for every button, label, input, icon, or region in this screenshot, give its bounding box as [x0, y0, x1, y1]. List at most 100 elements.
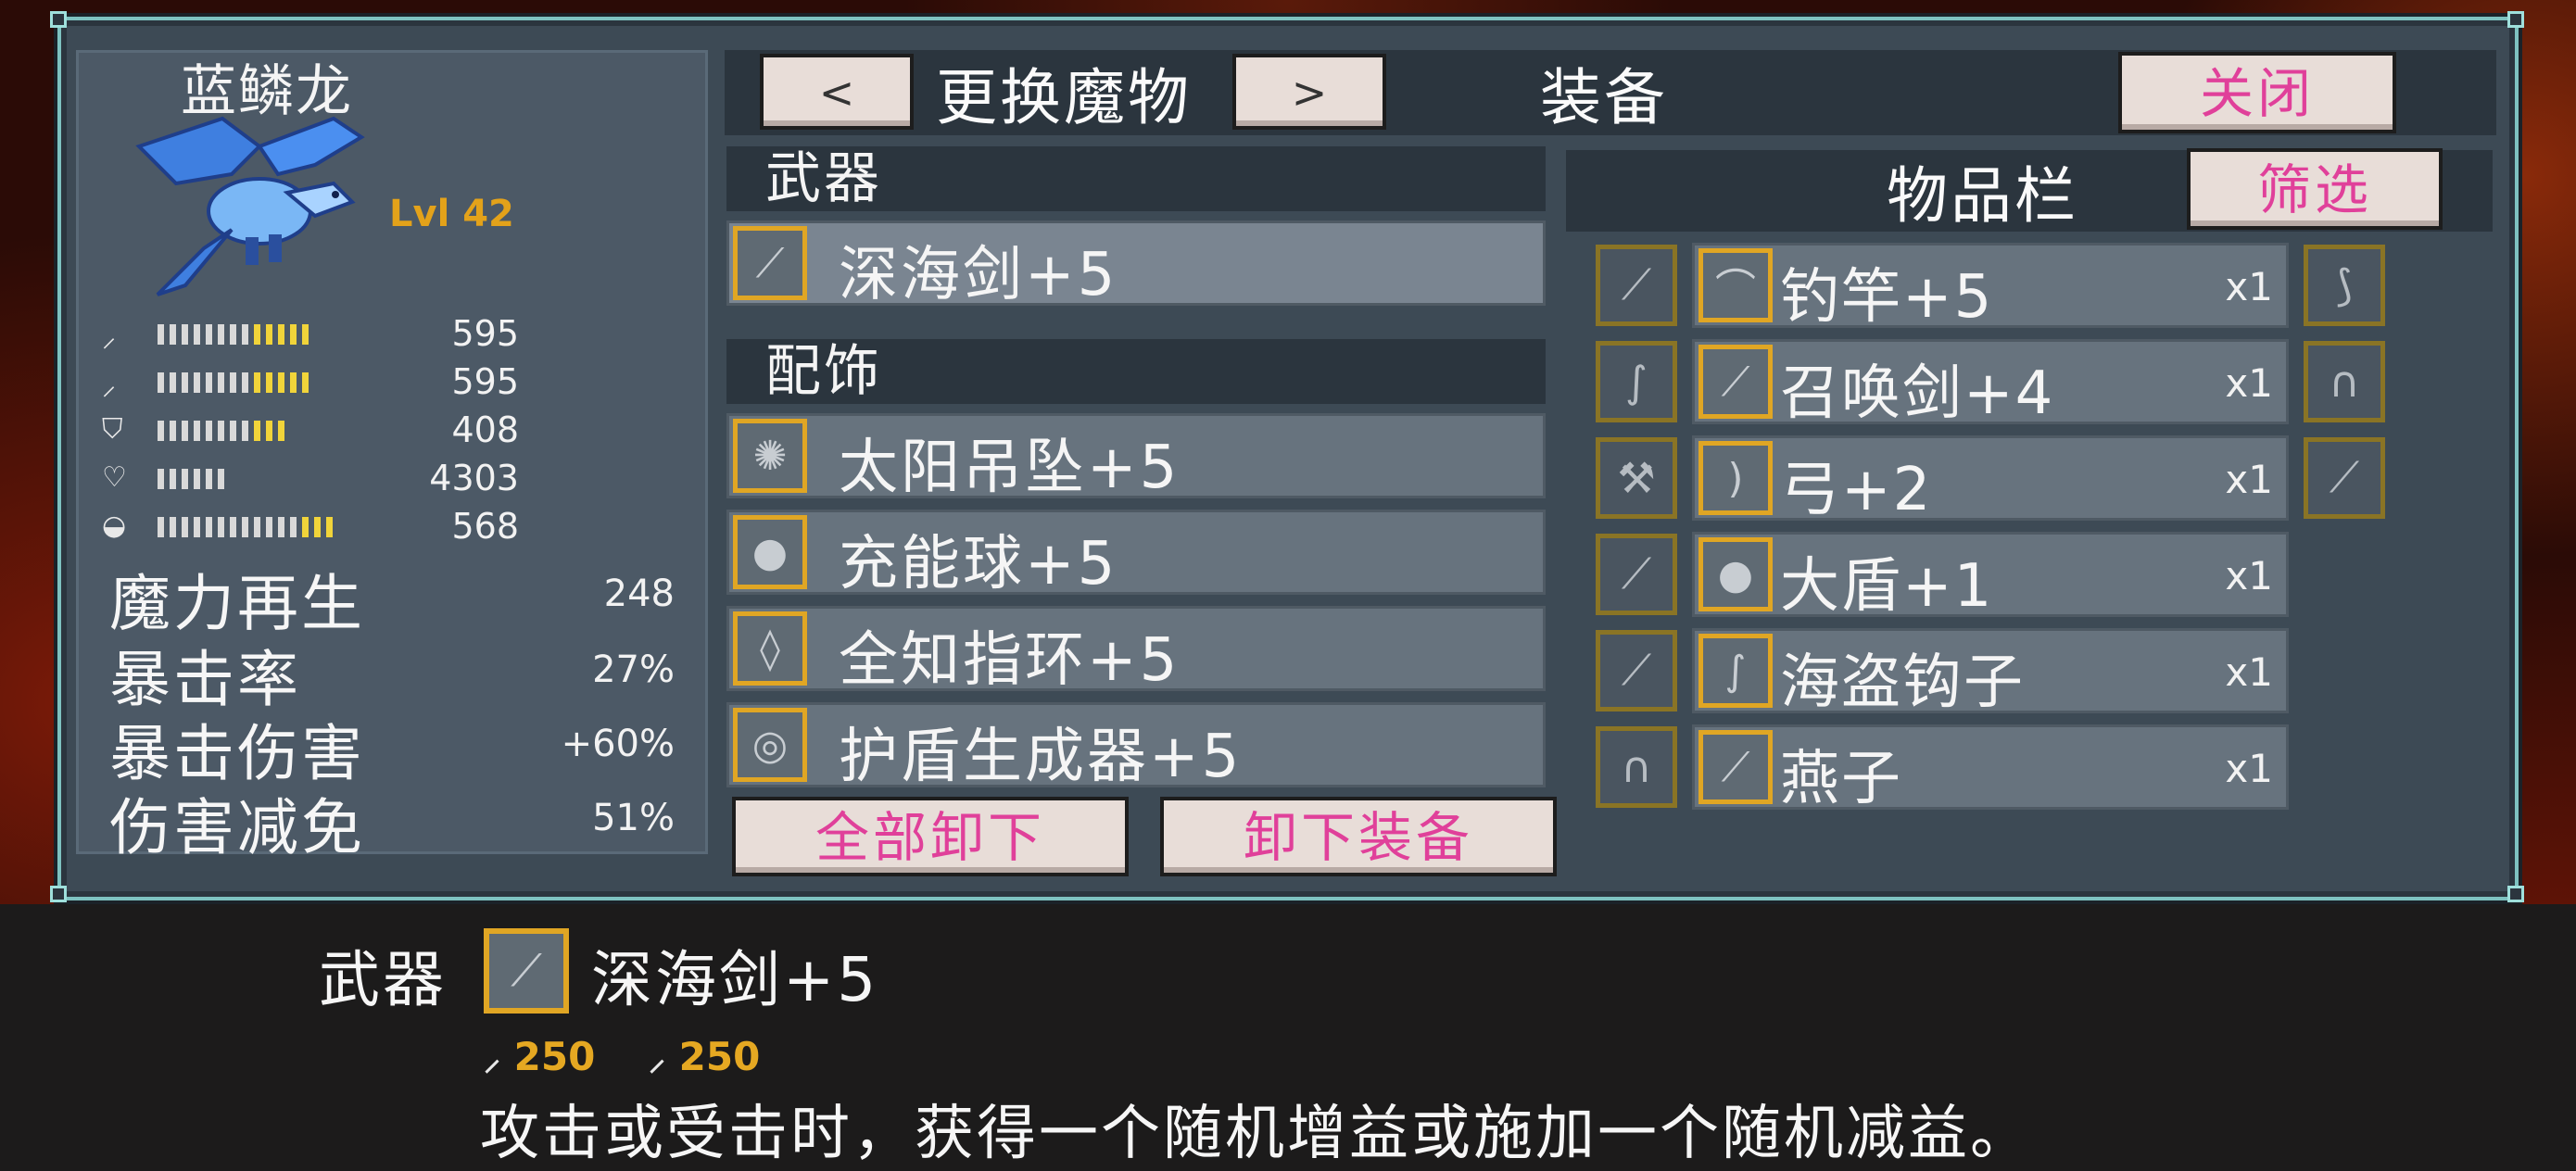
- stat-value: 568: [451, 506, 519, 547]
- pirate-hook-icon: ∫: [1698, 634, 1773, 708]
- accessory-name: 全知指环+5: [839, 626, 1181, 695]
- shield-icon: ⛉: [102, 413, 123, 446]
- stat-bar: [158, 372, 309, 393]
- bar-segment: [266, 517, 272, 537]
- bar-segment: [158, 469, 164, 489]
- inventory-item[interactable]: ⟋ 燕子 x1: [1692, 724, 2289, 813]
- bar-segment: [158, 517, 164, 537]
- bar-segment: [182, 517, 188, 537]
- bar-segment: [194, 324, 200, 345]
- horseshoe-icon[interactable]: ∩: [1596, 726, 1677, 808]
- stat-value: 248: [603, 573, 675, 615]
- bar-segment: [218, 421, 224, 441]
- inventory-item[interactable]: ) 弓+2 x1: [1692, 435, 2289, 524]
- bar-segment-bonus: [254, 421, 260, 441]
- bar-segment-bonus: [290, 372, 297, 393]
- mana-regen-stat: 魔力再生 248: [109, 554, 675, 639]
- inventory-item[interactable]: ∫ 海盗钩子 x1: [1692, 628, 2289, 717]
- item-description: 攻击或受击时，获得一个随机增益或施加一个随机减益。: [480, 1100, 2032, 1168]
- bar-segment: [170, 372, 176, 393]
- bar-segment: [218, 372, 224, 393]
- stat-row: ⸝ 595: [102, 361, 695, 402]
- accessory-name: 护盾生成器+5: [839, 723, 1243, 791]
- inventory-item[interactable]: ⌒ 钓竿+5 x1: [1692, 243, 2289, 332]
- weapon-section-header: 武器: [726, 146, 1546, 211]
- filter-button[interactable]: 筛选: [2187, 148, 2443, 230]
- bar-segment: [170, 421, 176, 441]
- dragon-portrait: [135, 116, 365, 296]
- sun-pendant-icon: ✺: [733, 419, 807, 493]
- horseshoe-icon[interactable]: ∩: [2304, 341, 2385, 422]
- ring-icon: ◊: [733, 611, 807, 686]
- wand-icon[interactable]: ⟋: [1596, 534, 1677, 615]
- inventory-item-name: 海盗钩子: [1780, 648, 2025, 717]
- bar-segment: [242, 324, 248, 345]
- accessory-section-header: 配饰: [726, 339, 1546, 404]
- bar-segment-bonus: [266, 421, 272, 441]
- dialog-corner: [50, 886, 67, 902]
- heart-icon: ♡: [102, 461, 127, 494]
- inventory-item-name: 钓竿+5: [1780, 263, 1994, 332]
- bar-segment: [194, 421, 200, 441]
- bar-segment: [230, 421, 236, 441]
- weapon-slot[interactable]: ⟋ 深海剑+5: [726, 220, 1546, 309]
- hammer-icon[interactable]: ⚒: [1596, 437, 1677, 519]
- bar-segment: [182, 469, 188, 489]
- stat-row: ♡ 4303: [102, 458, 695, 498]
- bar-segment: [242, 517, 248, 537]
- inventory-item[interactable]: ⟋ 召唤剑+4 x1: [1692, 339, 2289, 428]
- mace-icon[interactable]: ⟋: [1596, 245, 1677, 326]
- close-button[interactable]: 关闭: [2118, 52, 2396, 133]
- physical-attack-value: 250: [513, 1034, 596, 1079]
- stat-bar: [158, 517, 333, 537]
- bar-segment-bonus: [278, 324, 284, 345]
- bar-segment-bonus: [254, 324, 260, 345]
- bar-segment: [158, 324, 164, 345]
- prev-monster-button[interactable]: <: [760, 54, 914, 130]
- next-monster-button[interactable]: >: [1232, 54, 1386, 130]
- inventory-item-qty: x1: [2225, 746, 2273, 791]
- accessory-slot[interactable]: ● 充能球+5: [726, 510, 1546, 598]
- bar-segment-bonus: [302, 517, 309, 537]
- bar-segment: [218, 469, 224, 489]
- bar-segment-bonus: [302, 372, 309, 393]
- unequip-all-button[interactable]: 全部卸下: [732, 797, 1129, 876]
- inventory-item[interactable]: ● 大盾+1 x1: [1692, 532, 2289, 621]
- magic-attack-value: 250: [678, 1034, 761, 1079]
- bar-segment: [278, 517, 284, 537]
- bar-segment: [230, 372, 236, 393]
- stat-value: 4303: [429, 458, 519, 498]
- unequip-button[interactable]: 卸下装备: [1160, 797, 1557, 876]
- bar-segment: [170, 517, 176, 537]
- stat-value: +60%: [561, 723, 675, 765]
- hook-icon[interactable]: ∫: [1596, 341, 1677, 422]
- bar-segment: [242, 372, 248, 393]
- sword-icon: ⸝: [102, 321, 116, 354]
- accessory-slot[interactable]: ◎ 护盾生成器+5: [726, 702, 1546, 791]
- scythe-icon[interactable]: ⟆: [2304, 245, 2385, 326]
- bar-segment: [170, 324, 176, 345]
- dagger-icon[interactable]: ⟋: [1596, 630, 1677, 711]
- dialog-corner: [50, 11, 67, 28]
- info-item-name: 深海剑+5: [591, 944, 879, 1015]
- mace-icon[interactable]: ⟋: [2304, 437, 2385, 519]
- bar-segment-bonus: [254, 372, 260, 393]
- info-slot-label: 武器: [319, 944, 447, 1015]
- accessory-slot[interactable]: ✺ 太阳吊坠+5: [726, 413, 1546, 502]
- physical-attack-stat: ⸝ 250: [484, 1034, 595, 1080]
- dialog-corner: [2507, 886, 2524, 902]
- stat-bar: [158, 469, 224, 489]
- inventory-item-name: 弓+2: [1780, 456, 1933, 524]
- bar-segment: [182, 372, 188, 393]
- dialog-corner: [2507, 11, 2524, 28]
- bar-segment-bonus: [266, 372, 272, 393]
- equipment-title: 装备: [1540, 62, 1668, 133]
- bar-segment: [206, 372, 212, 393]
- accessory-slot[interactable]: ◊ 全知指环+5: [726, 606, 1546, 695]
- bar-segment: [206, 421, 212, 441]
- bar-segment: [218, 517, 224, 537]
- bar-segment: [206, 517, 212, 537]
- mana-icon: ◒: [102, 510, 127, 542]
- stat-bar: [158, 421, 284, 441]
- monster-level: Lvl 42: [389, 193, 514, 235]
